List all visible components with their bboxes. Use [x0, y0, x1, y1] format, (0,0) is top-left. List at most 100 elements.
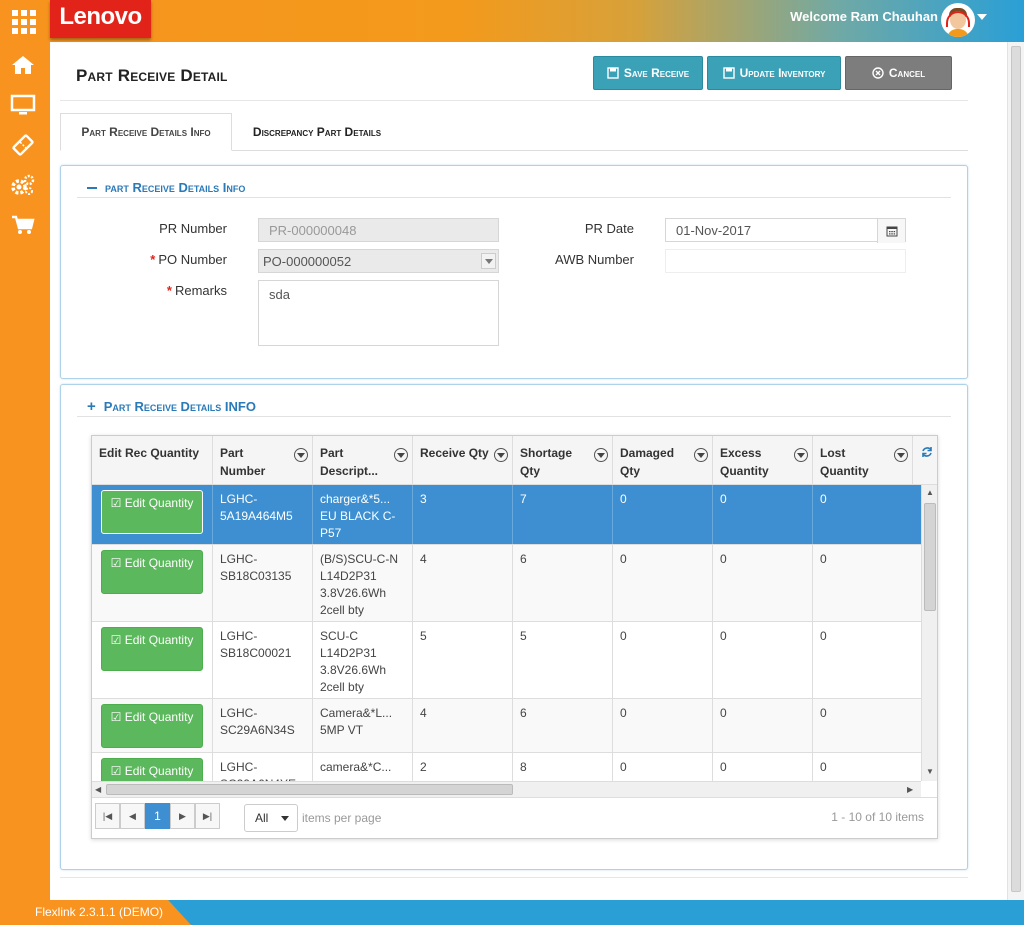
remarks-textarea[interactable]: sda [258, 280, 499, 346]
grid-section-header[interactable]: + Part Receive Details INFO [87, 399, 256, 415]
edit-quantity-button[interactable]: ☑ Edit Quantity [101, 627, 203, 671]
column-header-label: Part Descript... [320, 446, 379, 478]
user-avatar[interactable] [941, 3, 975, 37]
column-header-receive-qty[interactable]: Receive Qty [413, 436, 513, 485]
po-number-value: PO-000000052 [263, 254, 352, 269]
shortage-qty-cell: 7 [513, 485, 613, 544]
grid-section-title: Part Receive Details INFO [103, 399, 256, 414]
prev-page-button[interactable]: ◀ [120, 803, 145, 829]
shortage-qty-cell: 8 [513, 753, 613, 781]
cancel-label: Cancel [888, 66, 926, 80]
awb-number-field[interactable] [665, 249, 906, 273]
edit-quantity-button[interactable]: ☑ Edit Quantity [101, 704, 203, 748]
pr-date-label: PR Date [584, 221, 634, 236]
edit-quantity-button[interactable]: ☑ Edit Quantity [101, 758, 203, 781]
column-header-edit-rec-quantity[interactable]: Edit Rec Quantity [92, 436, 213, 485]
column-header-part-description[interactable]: Part Descript... [313, 436, 413, 485]
user-menu-chevron-down-icon[interactable] [977, 14, 987, 20]
page-scroll-thumb[interactable] [1011, 46, 1021, 892]
pr-date-value: 01-Nov-2017 [676, 223, 752, 238]
pr-number-label: PR Number [159, 221, 227, 236]
welcome-text: Welcome Ram Chauhan [790, 9, 938, 24]
page-size-select[interactable]: All [244, 804, 298, 832]
scroll-down-arrow-icon[interactable]: ▼ [926, 767, 934, 776]
save-receive-label: Save Receive [623, 66, 690, 80]
grid-horizontal-scrollbar[interactable]: ◀ ▶ [92, 781, 921, 797]
table-row[interactable]: ☑ Edit Quantity LGHC-SC29A6N4YE camera&*… [92, 753, 921, 781]
tab-part-receive-details-info[interactable]: Part Receive Details Info [60, 113, 232, 151]
page-vertical-scrollbar[interactable] [1007, 42, 1024, 900]
cancel-button[interactable]: Cancel [845, 56, 952, 90]
column-header-lost-quantity[interactable]: Lost Quantity [813, 436, 913, 485]
monitor-icon[interactable] [10, 92, 36, 118]
save-icon [607, 67, 619, 79]
part-number-cell: LGHC-SC29A6N4YE [213, 753, 313, 781]
po-number-select[interactable]: PO-000000052 [258, 249, 499, 273]
filter-icon[interactable] [494, 448, 508, 462]
edit-check-icon: ☑ [110, 556, 122, 570]
tab-discrepancy-part-details[interactable]: Discrepancy Part Details [238, 113, 396, 151]
horizontal-scroll-thumb[interactable] [106, 784, 513, 795]
lost-qty-cell: 0 [820, 492, 827, 506]
scroll-up-arrow-icon[interactable]: ▲ [926, 488, 934, 497]
calendar-icon[interactable] [877, 219, 905, 243]
description-cell: Camera&*L... 5MP VT [313, 699, 413, 752]
refresh-icon[interactable] [921, 446, 933, 461]
home-icon[interactable] [10, 52, 36, 78]
column-header-label: Lost Quantity [820, 446, 869, 478]
footer: Flexlink 2.3.1.1 (DEMO) [0, 900, 1024, 925]
filter-icon[interactable] [894, 448, 908, 462]
save-receive-button[interactable]: Save Receive [593, 56, 703, 90]
last-page-button[interactable]: ▶| [195, 803, 220, 829]
part-number-cell: LGHC-SB18C03135 [213, 545, 313, 621]
next-page-button[interactable]: ▶ [170, 803, 195, 829]
current-page-button[interactable]: 1 [145, 803, 170, 829]
table-row[interactable]: ☑ Edit Quantity LGHC-SB18C00021 SCU-C L1… [92, 622, 921, 699]
filter-icon[interactable] [394, 448, 408, 462]
damaged-qty-cell: 0 [613, 545, 713, 621]
version-label: Flexlink 2.3.1.1 (DEMO) [0, 900, 192, 925]
cart-icon[interactable] [10, 212, 36, 238]
table-row[interactable]: ☑ Edit Quantity LGHC-SB18C03135 (B/S)SCU… [92, 545, 921, 622]
excess-qty-cell: 0 [713, 753, 813, 781]
excess-qty-cell: 0 [713, 622, 813, 698]
form-section-header[interactable]: part Receive Details Info [87, 180, 245, 195]
page-title: Part Receive Detail [76, 66, 228, 85]
filter-icon[interactable] [594, 448, 608, 462]
pr-number-field[interactable]: PR-000000048 [258, 218, 499, 242]
table-row[interactable]: ☑ Edit Quantity LGHC-5A19A464M5 charger&… [92, 485, 921, 545]
lost-qty-cell: 0 [820, 760, 827, 774]
divider [77, 197, 951, 198]
table-row[interactable]: ☑ Edit Quantity LGHC-SC29A6N34S Camera&*… [92, 699, 921, 753]
ticket-icon[interactable] [10, 132, 36, 158]
column-header-shortage-qty[interactable]: Shortage Qty [513, 436, 613, 485]
edit-quantity-button[interactable]: ☑ Edit Quantity [101, 490, 203, 534]
column-header-damaged-qty[interactable]: Damaged Qty [613, 436, 713, 485]
edit-cell: ☑ Edit Quantity [92, 485, 213, 544]
description-cell: (B/S)SCU-C-N L14D2P31 3.8V26.6Wh 2cell b… [313, 545, 413, 621]
pr-date-field[interactable]: 01-Nov-2017 [665, 218, 906, 243]
po-number-label-text: PO Number [158, 252, 227, 267]
parts-grid: Edit Rec Quantity Part Number Part Descr… [91, 435, 938, 839]
scroll-right-arrow-icon[interactable]: ▶ [907, 785, 913, 794]
lost-qty-cell: 0 [820, 629, 827, 643]
edit-cell: ☑ Edit Quantity [92, 699, 213, 752]
column-header-excess-quantity[interactable]: Excess Quantity [713, 436, 813, 485]
items-per-page-label: items per page [302, 811, 382, 825]
chevron-down-icon[interactable] [481, 253, 496, 269]
filter-icon[interactable] [694, 448, 708, 462]
vertical-scroll-thumb[interactable] [924, 503, 936, 611]
edit-quantity-button[interactable]: ☑ Edit Quantity [101, 550, 203, 594]
first-page-button[interactable]: |◀ [95, 803, 120, 829]
edit-check-icon: ☑ [110, 496, 122, 510]
scroll-left-arrow-icon[interactable]: ◀ [95, 785, 101, 794]
grid-vertical-scrollbar[interactable]: ▲ ▼ [921, 485, 937, 781]
filter-icon[interactable] [794, 448, 808, 462]
filter-icon[interactable] [294, 448, 308, 462]
update-inventory-button[interactable]: Update Inventory [707, 56, 841, 90]
lost-qty-cell: 0 [820, 552, 827, 566]
column-header-part-number[interactable]: Part Number [213, 436, 313, 485]
apps-grid-icon[interactable] [12, 10, 36, 34]
settings-icon[interactable] [10, 172, 36, 198]
edit-quantity-label: Edit Quantity [124, 710, 194, 724]
